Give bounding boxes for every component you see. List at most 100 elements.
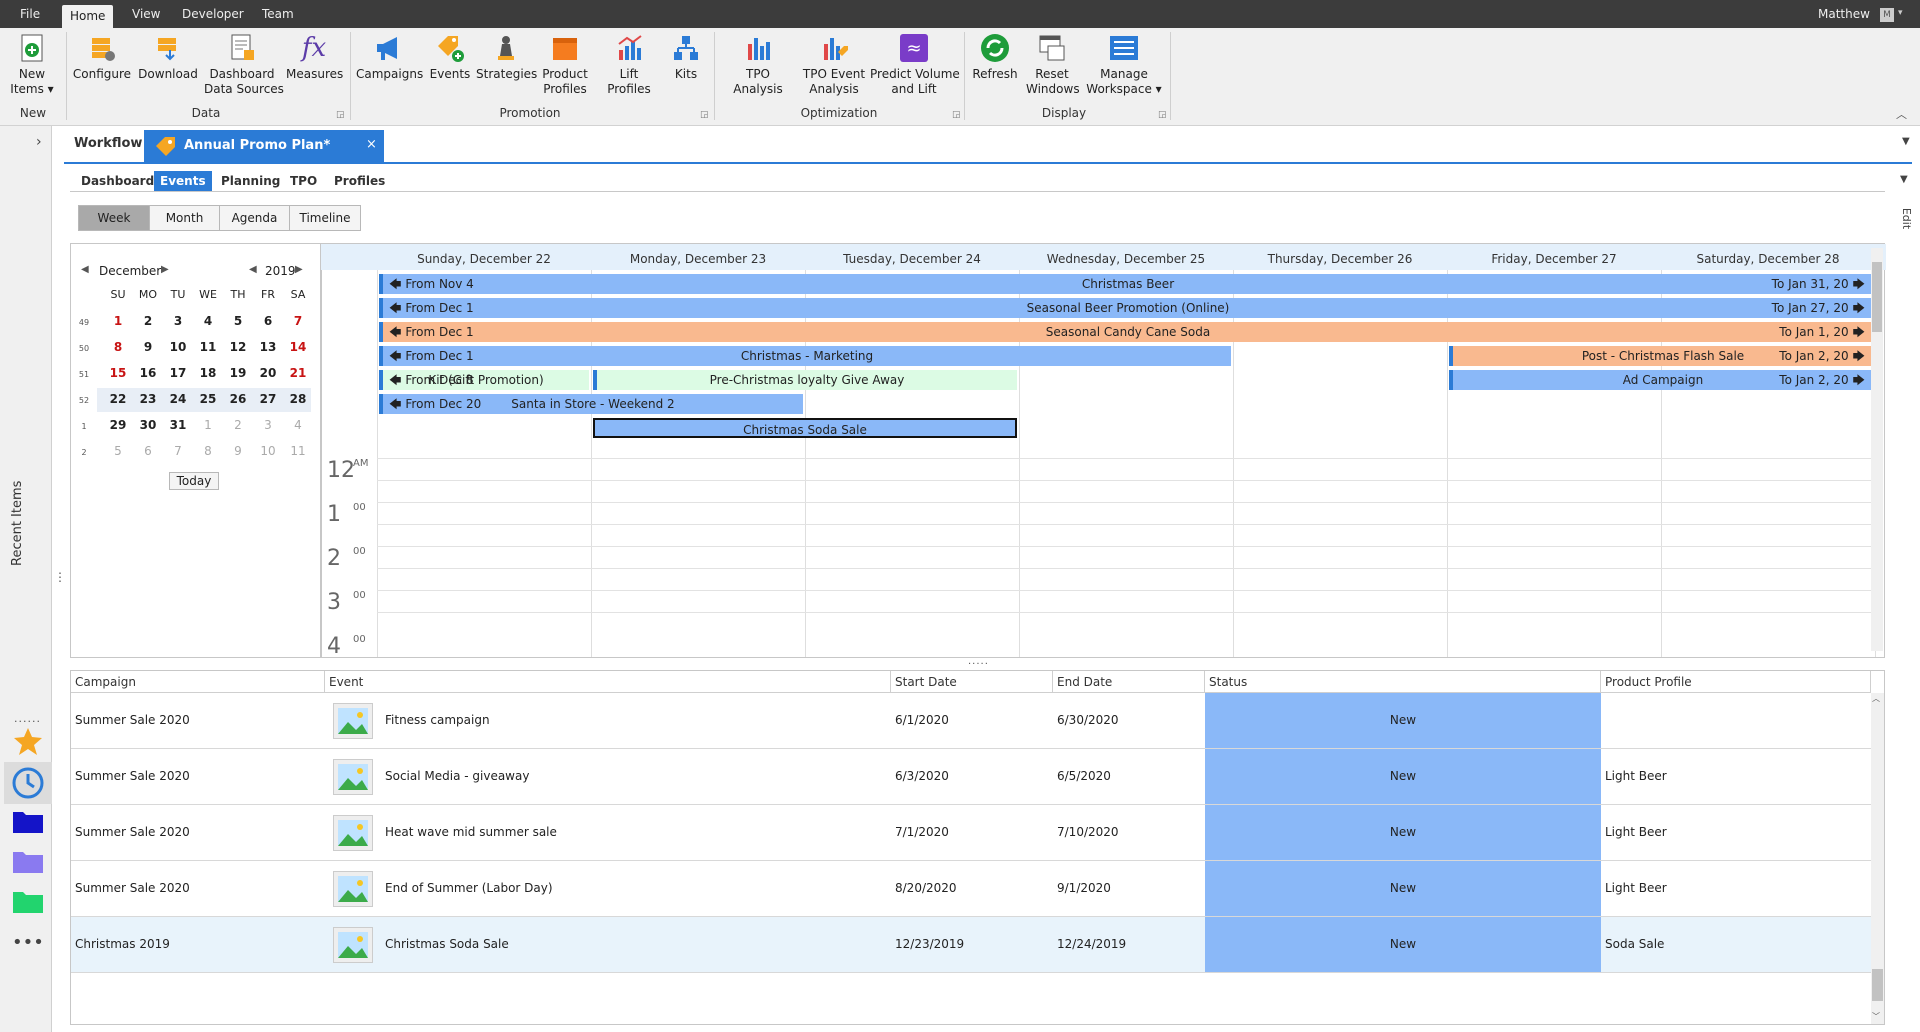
event-bar[interactable]: Pre-Christmas loyalty Give Away <box>593 370 1017 390</box>
event-bar[interactable]: Post - Christmas Flash Sale To Jan 2, 20 🡆 <box>1449 346 1873 366</box>
calendar-day[interactable]: 8 <box>103 340 133 354</box>
dialog-launcher-icon[interactable]: ◲ <box>952 110 961 120</box>
col-status[interactable]: Status <box>1205 671 1601 693</box>
expand-chevron-icon[interactable]: › <box>36 134 42 150</box>
calendar-day[interactable]: 2 <box>133 314 163 328</box>
manage-workspace-button[interactable]: Manage Workspace ▾ <box>1084 32 1164 97</box>
event-bar[interactable]: Seasonal Beer Promotion (Online) 🡄 From De… <box>379 298 1873 318</box>
calendar-day[interactable]: 12 <box>223 340 253 354</box>
scrollbar-thumb[interactable] <box>1872 262 1882 332</box>
user-name[interactable]: Matthew <box>1810 0 1878 28</box>
star-icon[interactable] <box>13 726 43 759</box>
scroll-up-icon[interactable]: ︿ <box>1872 693 1880 704</box>
calendar-day[interactable]: 16 <box>133 366 163 380</box>
chevron-down-icon[interactable]: ▾ <box>1898 8 1903 18</box>
status-badge[interactable]: New <box>1205 861 1601 916</box>
scrollbar-thumb[interactable] <box>1872 969 1883 1001</box>
tabs-dropdown-icon[interactable]: ▼ <box>1902 136 1910 147</box>
splitter-dots-icon[interactable]: ⋮ <box>54 570 66 584</box>
folder-blue-icon[interactable] <box>12 808 44 837</box>
calendar-day[interactable]: 14 <box>283 340 313 354</box>
menu-home[interactable]: Home <box>62 5 114 28</box>
calendar-day[interactable]: 13 <box>253 340 283 354</box>
subtab-tpo[interactable]: TPO <box>284 171 323 191</box>
table-row[interactable]: Summer Sale 2020 Heat wave mid summer sal… <box>71 805 1871 861</box>
prev-year-icon[interactable]: ◀ <box>249 264 257 275</box>
calendar-day[interactable]: 25 <box>193 392 223 406</box>
edit-side-tab[interactable]: Edit <box>1900 208 1913 229</box>
tab-workflow[interactable]: Workflow <box>74 136 142 151</box>
subtab-events[interactable]: Events <box>154 171 212 191</box>
calendar-day[interactable]: 6 <box>133 444 163 458</box>
status-badge[interactable]: New <box>1205 693 1601 748</box>
day-header[interactable]: Sunday, December 22 <box>377 246 591 272</box>
strategies-button[interactable]: Strategies <box>476 32 537 82</box>
col-event[interactable]: Event <box>325 671 891 693</box>
close-icon[interactable]: × <box>366 137 377 152</box>
tpo-analysis-button[interactable]: TPO Analysis <box>720 32 796 97</box>
day-header[interactable]: Friday, December 27 <box>1447 246 1661 272</box>
calendar-day[interactable]: 5 <box>103 444 133 458</box>
event-bar[interactable]: Kit (Gift Promotion) 🡄 From Dec 8 <box>379 370 589 390</box>
calendar-scrollbar[interactable] <box>1871 248 1883 651</box>
next-month-icon[interactable]: ▶ <box>161 264 169 275</box>
more-icon[interactable]: ••• <box>12 932 44 953</box>
view-month-button[interactable]: Month <box>149 205 220 231</box>
history-tab[interactable] <box>4 762 52 804</box>
grid-scrollbar[interactable]: ︿ ﹀ <box>1871 693 1884 1024</box>
calendar-day[interactable]: 8 <box>193 444 223 458</box>
menu-view[interactable]: View <box>124 0 168 28</box>
day-header[interactable]: Thursday, December 26 <box>1233 246 1447 272</box>
prev-month-icon[interactable]: ◀ <box>81 264 89 275</box>
day-header[interactable]: Monday, December 23 <box>591 246 805 272</box>
status-badge[interactable]: New <box>1205 749 1601 804</box>
configure-button[interactable]: Configure <box>72 32 132 82</box>
calendar-day[interactable]: 6 <box>253 314 283 328</box>
next-year-icon[interactable]: ▶ <box>295 264 303 275</box>
download-button[interactable]: Download <box>138 32 198 82</box>
calendar-day[interactable]: 18 <box>193 366 223 380</box>
new-items-button[interactable]: New Items ▾ <box>8 32 56 97</box>
calendar-day[interactable]: 9 <box>223 444 253 458</box>
calendar-day[interactable]: 17 <box>163 366 193 380</box>
refresh-button[interactable]: Refresh <box>970 32 1020 82</box>
calendar-day[interactable]: 7 <box>283 314 313 328</box>
event-bar[interactable]: Seasonal Candy Cane Soda 🡄 From Dec 1 To Ja… <box>379 322 1873 342</box>
menu-team[interactable]: Team <box>254 0 302 28</box>
folder-green-icon[interactable] <box>12 888 44 917</box>
events-button[interactable]: Events <box>426 32 474 82</box>
reset-windows-button[interactable]: Reset Windows <box>1026 32 1080 97</box>
calendar-day[interactable]: 3 <box>253 418 283 432</box>
subtab-profiles[interactable]: Profiles <box>328 171 391 191</box>
calendar-day[interactable]: 31 <box>163 418 193 432</box>
recent-items-label[interactable]: Recent Items <box>10 481 25 566</box>
calendar-day[interactable]: 5 <box>223 314 253 328</box>
day-header[interactable]: Saturday, December 28 <box>1661 246 1875 272</box>
status-badge[interactable]: New <box>1205 917 1601 972</box>
calendar-day[interactable]: 22 <box>103 392 133 406</box>
calendar-day[interactable]: 11 <box>283 444 313 458</box>
campaigns-button[interactable]: Campaigns <box>356 32 423 82</box>
col-end-date[interactable]: End Date <box>1053 671 1205 693</box>
calendar-day[interactable]: 4 <box>193 314 223 328</box>
event-bar[interactable]: Santa in Store - Weekend 2 🡄 From Dec 20 <box>379 394 803 414</box>
view-agenda-button[interactable]: Agenda <box>219 205 290 231</box>
calendar-day[interactable]: 10 <box>253 444 283 458</box>
table-row[interactable]: Summer Sale 2020 Social Media - giveaway 6… <box>71 749 1871 805</box>
tpo-event-analysis-button[interactable]: TPO Event Analysis <box>800 32 868 97</box>
status-badge[interactable]: New <box>1205 805 1601 860</box>
calendar-day[interactable]: 24 <box>163 392 193 406</box>
menu-developer[interactable]: Developer <box>174 0 252 28</box>
table-row[interactable]: Summer Sale 2020 End of Summer (Labor Day… <box>71 861 1871 917</box>
dialog-launcher-icon[interactable]: ◲ <box>700 110 709 120</box>
table-row[interactable]: Summer Sale 2020 Fitness campaign 6/1/2020… <box>71 693 1871 749</box>
lift-profiles-button[interactable]: Lift Profiles <box>596 32 662 97</box>
calendar-day[interactable]: 2 <box>223 418 253 432</box>
calendar-day[interactable]: 3 <box>163 314 193 328</box>
event-bar[interactable]: Christmas Beer 🡄 From Nov 4 To Jan 31, 20 🡆 <box>379 274 1873 294</box>
subtab-dashboard[interactable]: Dashboard <box>75 171 160 191</box>
subtab-planning[interactable]: Planning <box>215 171 286 191</box>
calendar-day[interactable]: 1 <box>103 314 133 328</box>
scroll-down-icon[interactable]: ﹀ <box>1872 1011 1880 1022</box>
dialog-launcher-icon[interactable]: ◲ <box>336 110 345 120</box>
